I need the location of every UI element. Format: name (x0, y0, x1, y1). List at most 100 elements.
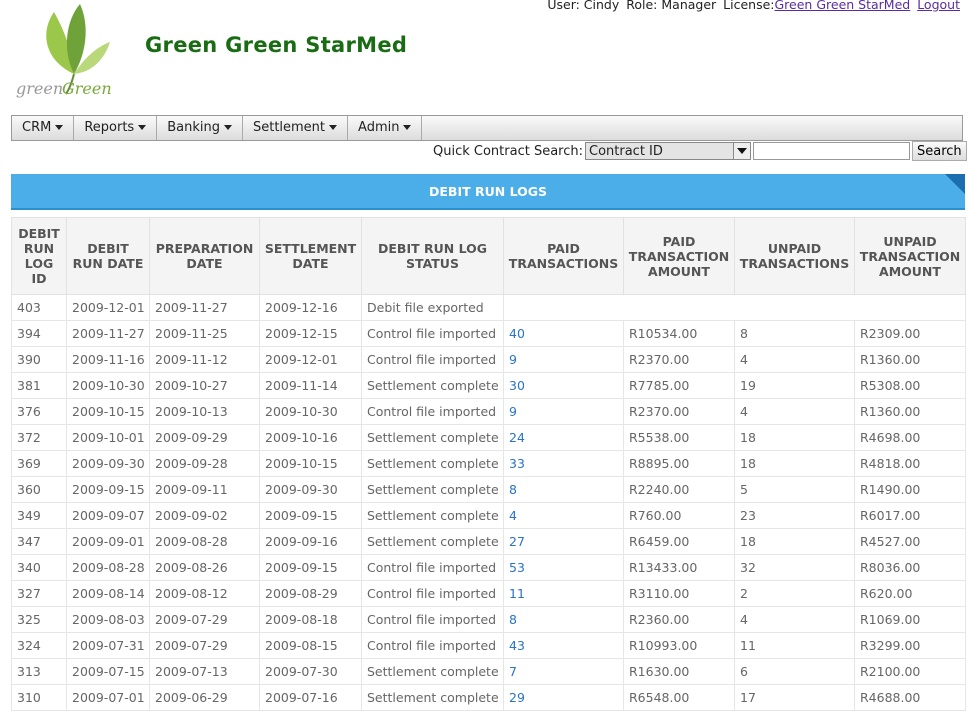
unpaid-transactions-cell: 8 (734, 320, 855, 347)
paid-transactions-link[interactable]: 24 (503, 424, 624, 451)
settlement-date-cell: 2009-08-15 (259, 632, 362, 659)
paid-amount-cell: R5538.00 (623, 424, 735, 451)
logout-link[interactable]: Logout (917, 0, 960, 12)
unpaid-transactions-cell: 2 (734, 580, 855, 607)
table-row: 403 2009-12-01 2009-11-27 2009-12-16 Debit f… (11, 294, 966, 321)
search-input[interactable] (753, 142, 910, 160)
chevron-down-icon (403, 125, 412, 130)
paid-amount-cell: R10534.00 (623, 320, 735, 347)
unpaid-transactions-cell: 4 (734, 398, 855, 425)
settlement-date-cell: 2009-10-30 (259, 398, 362, 425)
menu-reports[interactable]: Reports (74, 116, 158, 140)
table-row: 349 2009-09-07 2009-09-02 2009-09-15 Settlem… (11, 502, 966, 529)
search-field-select[interactable]: Contract ID (585, 142, 751, 160)
unpaid-amount-cell: R1360.00 (854, 346, 966, 373)
paid-transactions-link[interactable]: 43 (503, 632, 624, 659)
settlement-date-cell: 2009-08-18 (259, 606, 362, 633)
paid-transactions-link[interactable]: 53 (503, 554, 624, 581)
paid-amount-cell: R6548.00 (623, 684, 735, 711)
paid-transactions-link[interactable]: 9 (503, 398, 624, 425)
menu-crm[interactable]: CRM (12, 116, 75, 140)
paid-transactions-link[interactable]: 8 (503, 476, 624, 503)
log-id-cell: 390 (11, 346, 67, 373)
paid-transactions-link[interactable]: 4 (503, 502, 624, 529)
table-row: 369 2009-09-30 2009-09-28 2009-10-15 Settlem… (11, 450, 966, 477)
paid-amount-cell: R7785.00 (623, 372, 735, 399)
dropdown-arrow-icon[interactable] (733, 143, 750, 159)
paid-transactions-link[interactable]: 7 (503, 658, 624, 685)
unpaid-transactions-cell: 17 (734, 684, 855, 711)
paid-transactions-link[interactable]: 27 (503, 528, 624, 555)
preparation-date-cell: 2009-08-28 (149, 528, 260, 555)
preparation-date-cell: 2009-10-27 (149, 372, 260, 399)
unpaid-amount-cell: R4698.00 (854, 424, 966, 451)
chevron-down-icon (223, 125, 232, 130)
log-id-cell: 376 (11, 398, 67, 425)
debit-run-date-cell: 2009-09-30 (66, 450, 150, 477)
paid-transactions-link[interactable]: 8 (503, 606, 624, 633)
debit-run-date-cell: 2009-09-15 (66, 476, 150, 503)
debit-run-date-cell: 2009-12-01 (66, 294, 150, 321)
paid-transactions-link[interactable]: 40 (503, 320, 624, 347)
preparation-date-cell: 2009-09-11 (149, 476, 260, 503)
debit-run-date-cell: 2009-08-03 (66, 606, 150, 633)
unpaid-transactions-cell: 19 (734, 372, 855, 399)
table-row: 310 2009-07-01 2009-06-29 2009-07-16 Settlem… (11, 684, 966, 711)
unpaid-amount-cell: R1360.00 (854, 398, 966, 425)
status-cell: Settlement complete (361, 372, 504, 399)
unpaid-amount-cell: R4818.00 (854, 450, 966, 477)
table-row: 381 2009-10-30 2009-10-27 2009-11-14 Settlem… (11, 372, 966, 399)
log-id-cell: 347 (11, 528, 67, 555)
status-cell: Debit file exported (361, 294, 504, 321)
license-link[interactable]: Green Green StarMed (775, 0, 911, 12)
settlement-date-cell: 2009-07-30 (259, 658, 362, 685)
debit-run-date-cell: 2009-08-28 (66, 554, 150, 581)
paid-transactions-link[interactable]: 29 (503, 684, 624, 711)
status-cell: Control file imported (361, 320, 504, 347)
page-title: DEBIT RUN LOGS (429, 184, 547, 199)
unpaid-transactions-cell: 4 (734, 346, 855, 373)
unpaid-transactions-cell: 18 (734, 528, 855, 555)
settlement-date-cell: 2009-10-16 (259, 424, 362, 451)
paid-amount-cell: R2240.00 (623, 476, 735, 503)
settlement-date-cell: 2009-09-16 (259, 528, 362, 555)
paid-transactions-link[interactable]: 11 (503, 580, 624, 607)
paid-amount-cell: R13433.00 (623, 554, 735, 581)
log-id-cell: 369 (11, 450, 67, 477)
paid-transactions-link[interactable]: 9 (503, 346, 624, 373)
chevron-down-icon (55, 125, 64, 130)
menu-banking[interactable]: Banking (157, 116, 243, 140)
debit-run-date-cell: 2009-08-14 (66, 580, 150, 607)
paid-amount-cell: R1630.00 (623, 658, 735, 685)
paid-amount-cell: R3110.00 (623, 580, 735, 607)
paid-transactions-link[interactable]: 33 (503, 450, 624, 477)
menu-settlement[interactable]: Settlement (243, 116, 349, 140)
quick-contract-search: Quick Contract Search: Contract ID Searc… (433, 141, 967, 161)
paid-amount-cell: R2370.00 (623, 346, 735, 373)
status-cell: Settlement complete (361, 528, 504, 555)
table-row: 340 2009-08-28 2009-08-26 2009-09-15 Control… (11, 554, 966, 581)
paid-transactions-link[interactable]: 30 (503, 372, 624, 399)
unpaid-amount-cell: R4688.00 (854, 684, 966, 711)
svg-text:Green: Green (62, 79, 112, 98)
settlement-date-cell: 2009-12-16 (259, 294, 362, 321)
debit-run-date-cell: 2009-10-15 (66, 398, 150, 425)
column-header: UNPAID TRANSACTIONS (734, 217, 855, 295)
status-cell: Control file imported (361, 346, 504, 373)
table-row: 360 2009-09-15 2009-09-11 2009-09-30 Settlem… (11, 476, 966, 503)
unpaid-amount-cell: R1069.00 (854, 606, 966, 633)
status-cell: Settlement complete (361, 658, 504, 685)
status-cell: Control file imported (361, 632, 504, 659)
menu-admin[interactable]: Admin (348, 116, 423, 140)
log-id-cell: 327 (11, 580, 67, 607)
status-cell: Settlement complete (361, 450, 504, 477)
role-label: Role: Manager (626, 0, 717, 12)
main-menu-bar: CRM Reports Banking Settlement Admin (11, 115, 963, 141)
status-cell: Control file imported (361, 606, 504, 633)
debit-run-date-cell: 2009-09-07 (66, 502, 150, 529)
preparation-date-cell: 2009-09-02 (149, 502, 260, 529)
log-id-cell: 349 (11, 502, 67, 529)
search-button[interactable]: Search (912, 141, 967, 161)
settlement-date-cell: 2009-09-30 (259, 476, 362, 503)
company-logo: green Green (14, 2, 138, 108)
